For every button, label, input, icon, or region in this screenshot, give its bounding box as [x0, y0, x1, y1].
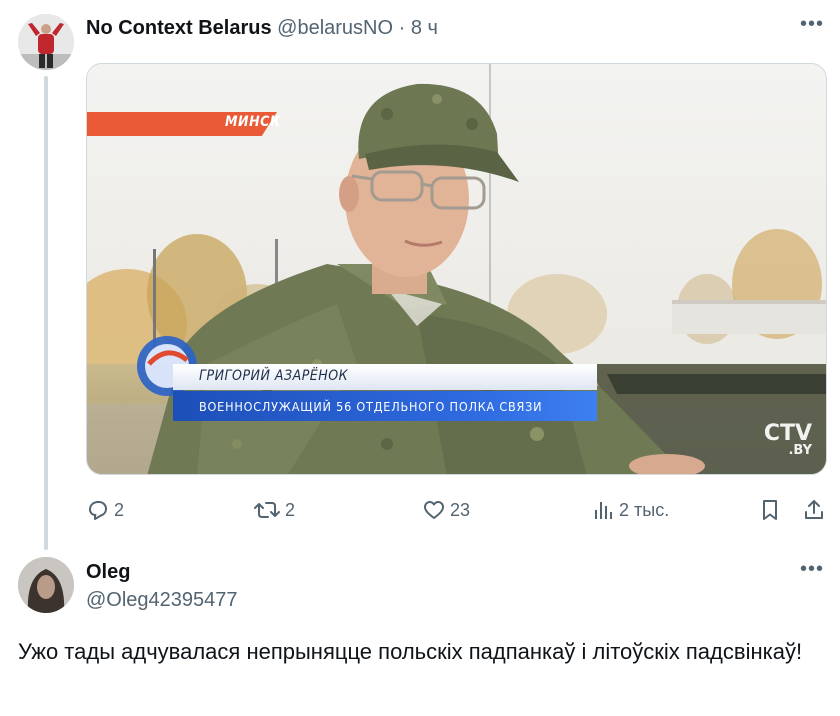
more-dots-icon[interactable]: ••• — [800, 559, 824, 579]
author-name[interactable]: No Context Belarus — [86, 17, 272, 39]
share-icon — [805, 500, 823, 519]
tweet-header: No Context Belarus @belarusNO · 8 ч — [86, 15, 438, 41]
reply-author-avatar[interactable] — [18, 557, 74, 613]
bookmark-icon — [763, 500, 777, 520]
reply-author-name[interactable]: Oleg — [86, 560, 130, 584]
avatar-image — [18, 14, 74, 70]
location-label: МИНСК — [225, 114, 281, 130]
avatar-image — [18, 557, 74, 613]
watermark-sub: .BY — [788, 443, 812, 458]
views-count: 2 тыс. — [619, 499, 670, 520]
retweet-button[interactable]: 2 — [253, 496, 295, 524]
header-separator: · — [398, 17, 406, 39]
lower-third-person-name: ГРИГОРИЙ АЗАРЁНОК — [199, 368, 349, 384]
views-bar-chart-icon — [595, 502, 612, 519]
like-button[interactable]: 23 — [422, 496, 470, 524]
author-handle[interactable]: @belarusNO — [277, 17, 393, 39]
channel-watermark: CTV .BY — [764, 423, 812, 458]
reply-count: 2 — [114, 499, 125, 520]
retweet-count: 2 — [285, 499, 296, 520]
heart-icon — [424, 501, 444, 519]
like-count: 23 — [450, 499, 471, 520]
more-dots-icon[interactable]: ••• — [800, 14, 824, 34]
tweet-media-image[interactable]: МИНСК ГРИГОРИЙ АЗАРЁНОК ВОЕННОСЛУЖАЩИЙ 5… — [86, 63, 827, 475]
share-button[interactable] — [802, 496, 826, 524]
thread-connector-line — [44, 76, 48, 550]
reply-text: Ужо тады адчувалася непрыняцце польскіх … — [18, 639, 803, 664]
lower-third-person-title: ВОЕННОСЛУЖАЩИЙ 56 ОТДЕЛЬНОГО ПОЛКА СВЯЗИ — [199, 399, 543, 414]
retweet-icon — [254, 502, 280, 518]
tweet-action-bar: 2 2 23 2 тыс. — [86, 496, 827, 526]
bookmark-button[interactable] — [758, 496, 782, 524]
views-button[interactable]: 2 тыс. — [591, 496, 669, 524]
tweet-time[interactable]: 8 ч — [411, 17, 438, 39]
author-avatar[interactable] — [18, 14, 74, 70]
reply-author-handle[interactable]: @Oleg42395477 — [86, 588, 238, 612]
reply-button[interactable]: 2 — [86, 496, 124, 524]
reply-icon — [89, 501, 107, 520]
